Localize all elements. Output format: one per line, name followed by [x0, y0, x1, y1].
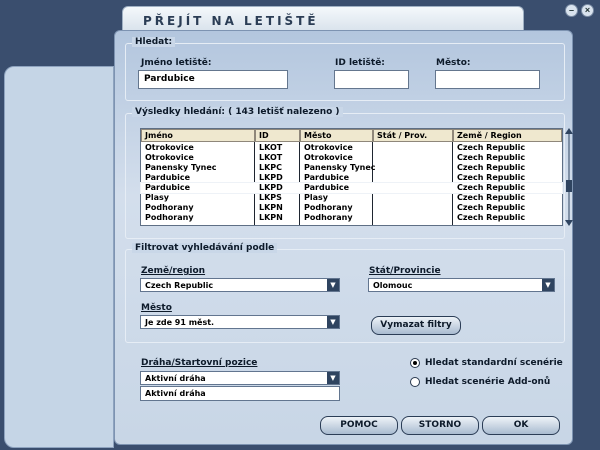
chevron-down-icon[interactable]: ▼ [542, 279, 554, 291]
background-panel [4, 66, 114, 448]
airport-id-label: ID letiště: [335, 58, 385, 68]
state-select[interactable]: Olomouc ▼ [368, 278, 555, 292]
table-cell: Plasy [145, 193, 169, 202]
table-cell: Podhorany [304, 203, 353, 212]
standard-scenery-radio[interactable] [410, 358, 420, 368]
minimize-button[interactable]: – [565, 4, 578, 17]
table-cell: Podhorany [304, 213, 353, 222]
table-cell: LKPD [259, 183, 283, 192]
table-row[interactable]: Podhorany LKPN Podhorany Czech Republic [141, 213, 562, 223]
table-cell: Otrokovice [145, 153, 194, 162]
table-cell: Czech Republic [457, 203, 526, 212]
table-cell: Plasy [304, 193, 328, 202]
chevron-down-icon[interactable]: ▼ [327, 279, 339, 291]
table-cell: Czech Republic [457, 213, 526, 222]
table-cell: Otrokovice [304, 153, 353, 162]
table-cell: Pardubice [145, 183, 191, 192]
state-select-value: Olomouc [373, 281, 413, 290]
filter-group-title: Filtrovat vyhledávání podle [132, 243, 278, 253]
addon-scenery-radio[interactable] [410, 377, 420, 387]
table-cell: LKPS [259, 193, 282, 202]
table-cell: LKOT [259, 153, 283, 162]
table-cell: Czech Republic [457, 163, 526, 172]
table-cell: Otrokovice [145, 143, 194, 152]
ok-button[interactable]: OK [482, 416, 560, 435]
airport-name-input[interactable]: Pardubice [138, 70, 288, 89]
column-header-name[interactable]: Jméno [141, 129, 255, 142]
table-cell: LKPN [259, 213, 283, 222]
results-table: Jméno ID Město Stát / Prov. Země / Regio… [140, 128, 563, 226]
standard-scenery-label: Hledat standardní scenérie [425, 358, 563, 368]
state-filter-label: Stát/Provincie [369, 266, 441, 276]
city-select[interactable]: Je zde 91 měst. ▼ [140, 315, 340, 329]
close-button[interactable]: × [581, 4, 594, 17]
country-filter-label: Země/region [141, 266, 206, 276]
table-cell: Pardubice [304, 183, 350, 192]
table-cell: Pardubice [304, 173, 350, 182]
city-select-value: Je zde 91 měst. [145, 318, 215, 327]
window-controls: – × [565, 4, 594, 17]
column-header-id[interactable]: ID [255, 129, 300, 142]
city-filter-label: Město [141, 303, 172, 313]
runway-select-value: Aktivní dráha [145, 374, 206, 383]
results-group-title: Výsledky hledání: ( 143 letišť nalezeno … [132, 107, 343, 117]
airport-id-input[interactable] [334, 70, 409, 89]
window-title: PŘEJÍT NA LETIŠTĚ [143, 14, 319, 28]
country-select[interactable]: Czech Republic ▼ [140, 278, 340, 292]
search-group-title: Hledat: [132, 37, 176, 47]
table-cell: LKOT [259, 143, 283, 152]
table-cell: LKPN [259, 203, 283, 212]
airport-dialog: Hledat: Jméno letiště: Pardubice ID leti… [114, 30, 573, 445]
table-row[interactable]: Panensky Tynec LKPC Panensky Tynec Czech Re… [141, 163, 562, 173]
table-cell: Pardubice [145, 173, 191, 182]
runway-select[interactable]: Aktivní dráha ▼ [140, 371, 340, 385]
table-cell: Czech Republic [457, 153, 526, 162]
table-cell: Czech Republic [457, 183, 526, 192]
airport-name-label: Jméno letiště: [141, 58, 212, 68]
chevron-down-icon[interactable]: ▼ [327, 316, 339, 328]
table-row[interactable]: Plasy LKPS Plasy Czech Republic [141, 193, 562, 203]
table-row[interactable]: Otrokovice LKOT Otrokovice Czech Republic [141, 153, 562, 163]
cancel-button[interactable]: STORNO [401, 416, 479, 435]
table-cell: Czech Republic [457, 143, 526, 152]
column-header-country[interactable]: Země / Region [453, 129, 562, 142]
table-cell: Podhorany [145, 213, 194, 222]
runway-list-item[interactable]: Aktivní dráha [140, 386, 340, 401]
table-row[interactable]: Podhorany LKPN Podhorany Czech Republic [141, 203, 562, 213]
results-scrollbar[interactable] [565, 128, 573, 226]
table-cell: Panensky Tynec [304, 163, 376, 172]
column-header-state[interactable]: Stát / Prov. [373, 129, 453, 142]
table-cell: Otrokovice [304, 143, 353, 152]
table-cell: LKPC [259, 163, 283, 172]
table-cell: LKPD [259, 173, 283, 182]
table-row[interactable]: Pardubice LKPD Pardubice Czech Republic [141, 173, 562, 183]
table-cell: Czech Republic [457, 193, 526, 202]
column-header-city[interactable]: Město [300, 129, 373, 142]
city-search-input[interactable] [435, 70, 540, 89]
city-search-label: Město: [436, 58, 471, 68]
chevron-down-icon[interactable]: ▼ [327, 372, 339, 384]
runway-label: Dráha/Startovní pozice [141, 358, 258, 368]
clear-filters-button[interactable]: Vymazat filtry [371, 316, 461, 335]
table-cell: Panensky Tynec [145, 163, 217, 172]
country-select-value: Czech Republic [145, 281, 214, 290]
table-row[interactable]: Pardubice LKPD Pardubice Czech Republic [140, 182, 563, 194]
table-cell: Podhorany [145, 203, 194, 212]
table-row[interactable]: Otrokovice LKOT Otrokovice Czech Republic [141, 143, 562, 153]
help-button[interactable]: POMOC [320, 416, 398, 435]
table-cell: Czech Republic [457, 173, 526, 182]
addon-scenery-label: Hledat scenérie Add-onů [425, 377, 551, 387]
